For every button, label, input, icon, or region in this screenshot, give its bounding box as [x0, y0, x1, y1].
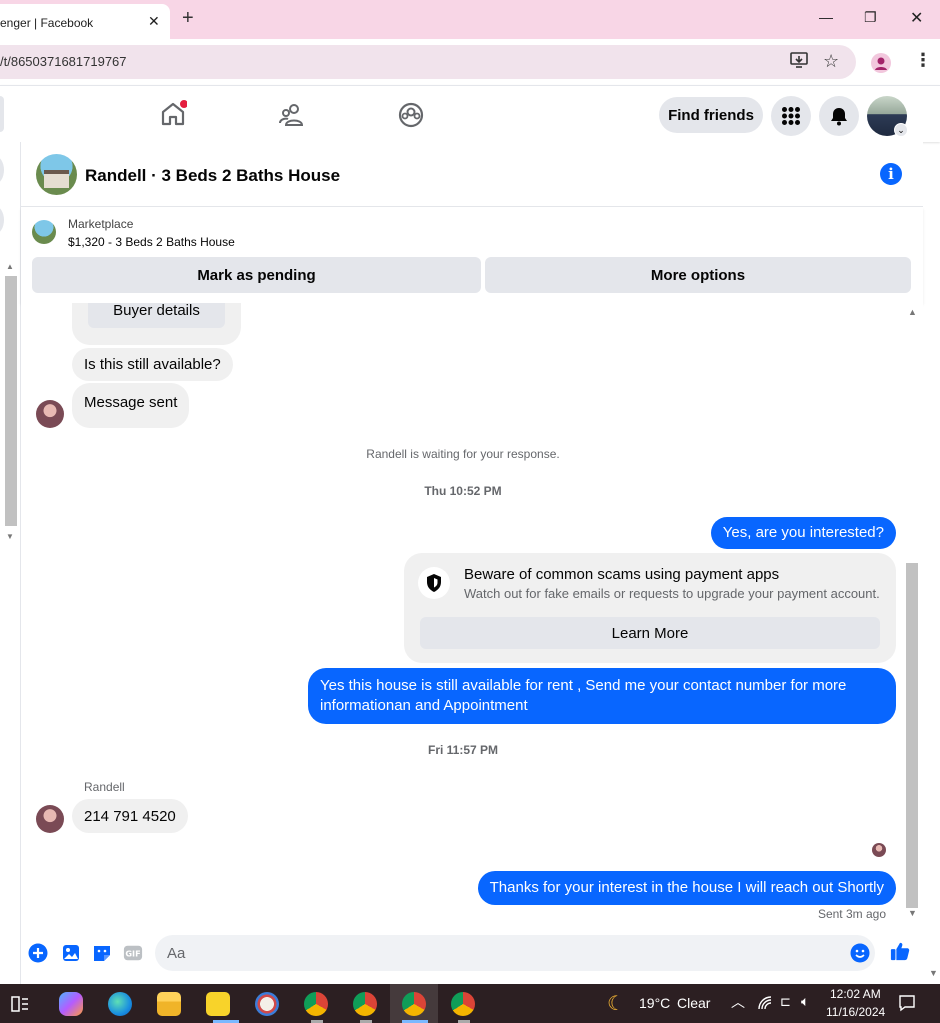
info-icon[interactable]: i — [880, 163, 902, 185]
friends-icon[interactable] — [278, 101, 306, 134]
address-bar[interactable]: /t/8650371681719767 — [0, 45, 856, 79]
sender-name: Randell — [84, 780, 125, 794]
incoming-message[interactable]: Is this still available? — [72, 348, 233, 381]
listing-avatar[interactable] — [36, 154, 77, 195]
sidebar-item-edge[interactable] — [0, 206, 4, 234]
sidebar-item-edge[interactable] — [0, 156, 4, 184]
message-thread: Buyer details Is this still available? M… — [21, 303, 923, 923]
chat-title[interactable]: Randell · 3 Beds 2 Baths House — [85, 166, 340, 186]
copilot-icon[interactable] — [59, 992, 83, 1016]
message-composer: GIF — [21, 923, 923, 984]
timestamp: Fri 11:57 PM — [427, 743, 499, 757]
edge-browser-icon[interactable] — [108, 992, 132, 1016]
plus-icon[interactable] — [28, 943, 48, 963]
clock-date[interactable]: 11/16/2024 — [826, 1005, 885, 1019]
search-pill-edge — [0, 96, 4, 132]
speaker-icon[interactable]: 🔈︎ — [801, 993, 809, 1010]
mark-as-pending-button[interactable]: Mark as pending — [32, 257, 481, 293]
gif-icon[interactable]: GIF — [123, 943, 143, 963]
temperature[interactable]: 19°C — [639, 995, 670, 1011]
install-app-icon[interactable] — [790, 52, 808, 72]
scroll-up-arrow-icon[interactable]: ▲ — [908, 307, 917, 317]
outgoing-message[interactable]: Thanks for your interest in the house I … — [477, 871, 896, 905]
browser-toolbar: /t/8650371681719767 ☆ ⋮ — [0, 39, 940, 85]
buyer-details-card: Buyer details — [72, 303, 241, 345]
marketplace-listing-bar: Marketplace $1,320 - 3 Beds 2 Baths Hous… — [21, 207, 923, 303]
shield-icon — [418, 567, 450, 599]
randell-avatar[interactable] — [36, 805, 64, 833]
scam-warning-title: Beware of common scams using payment app… — [464, 566, 780, 583]
waiting-notice: Randell is waiting for your response. — [366, 447, 560, 461]
outgoing-message[interactable]: Yes this house is still available for re… — [308, 668, 896, 724]
emoji-icon[interactable] — [850, 943, 870, 963]
notification-center-icon[interactable] — [898, 994, 916, 1017]
buyer-details-button[interactable]: Buyer details — [88, 303, 225, 328]
randell-avatar[interactable] — [36, 400, 64, 428]
notifications-bell-icon[interactable] — [819, 96, 859, 136]
more-options-button[interactable]: More options — [485, 257, 911, 293]
os-taskbar: ☾ 19°C Clear ︿ ⊏ 🔈︎ 12:02 AM 11/16/2024 — [0, 984, 940, 1023]
scroll-down-arrow-icon[interactable]: ▼ — [908, 908, 917, 918]
profile-icon[interactable] — [871, 53, 891, 73]
weather-condition[interactable]: Clear — [677, 995, 710, 1011]
timestamp: Thu 10:52 PM — [424, 484, 502, 498]
message-input[interactable] — [155, 935, 875, 971]
thread-scrollbar-thumb[interactable] — [906, 563, 918, 908]
svg-text:GIF: GIF — [125, 949, 140, 959]
tab-title: enger | Facebook — [0, 16, 94, 30]
battery-icon[interactable]: ⊏ — [780, 994, 791, 1010]
chevron-up-icon[interactable]: ︿ — [731, 992, 745, 1012]
chrome-profile-icon[interactable] — [451, 992, 475, 1016]
bookmark-star-icon[interactable]: ☆ — [823, 51, 839, 72]
clock-time[interactable]: 12:02 AM — [830, 987, 881, 1001]
close-window-icon[interactable]: ✕ — [910, 8, 923, 28]
network-icon[interactable] — [757, 995, 773, 1016]
like-thumb-icon[interactable] — [890, 941, 910, 961]
chrome-profile-icon[interactable] — [353, 992, 377, 1016]
listing-thumbnail[interactable] — [32, 220, 56, 244]
facebook-header: Find friends ⌄ — [0, 85, 940, 142]
sticky-notes-icon[interactable] — [206, 992, 230, 1016]
chrome-profile-icon[interactable] — [304, 992, 328, 1016]
browser-menu-icon[interactable]: ⋮ — [914, 50, 932, 71]
page-scroll-down-icon[interactable]: ▼ — [929, 968, 938, 978]
url-text: /t/8650371681719767 — [0, 54, 127, 69]
learn-more-button[interactable]: Learn More — [420, 617, 880, 649]
scroll-down-arrow-icon[interactable]: ▼ — [6, 532, 14, 541]
chrome-profile-icon[interactable] — [402, 992, 426, 1016]
minimize-icon[interactable]: — — [819, 9, 833, 25]
chat-header: Randell · 3 Beds 2 Baths House i — [21, 142, 923, 207]
file-explorer-icon[interactable] — [157, 992, 181, 1016]
paint-icon[interactable] — [255, 992, 279, 1016]
left-sidebar-edge: ▲ ▼ — [0, 142, 21, 984]
sent-status: Sent 3m ago — [817, 907, 886, 921]
incoming-message[interactable]: Message sent — [72, 383, 190, 428]
chevron-down-icon[interactable]: ⌄ — [894, 123, 908, 137]
task-view-icon[interactable] — [11, 995, 29, 1018]
moon-weather-icon[interactable]: ☾ — [607, 991, 625, 1016]
find-friends-button[interactable]: Find friends — [659, 97, 763, 133]
browser-tab[interactable]: enger | Facebook ✕ — [0, 4, 170, 39]
menu-grid-icon[interactable] — [771, 96, 811, 136]
sticker-icon[interactable] — [92, 943, 112, 963]
groups-icon[interactable] — [397, 101, 425, 134]
left-scrollbar-thumb[interactable] — [5, 276, 17, 526]
seen-avatar — [872, 843, 886, 857]
scroll-up-arrow-icon[interactable]: ▲ — [6, 262, 14, 271]
outgoing-message[interactable]: Yes, are you interested? — [710, 517, 896, 549]
incoming-message[interactable]: 214 791 4520 — [72, 799, 188, 833]
restore-icon[interactable]: ❐ — [864, 9, 877, 26]
scam-warning-subtitle: Watch out for fake emails or requests to… — [464, 586, 880, 601]
close-tab-icon[interactable]: ✕ — [148, 13, 160, 30]
new-tab-icon[interactable]: + — [182, 7, 194, 30]
marketplace-label: Marketplace — [68, 217, 134, 231]
listing-price-title[interactable]: $1,320 - 3 Beds 2 Baths House — [68, 235, 235, 249]
browser-tab-strip: enger | Facebook ✕ + — ❐ ✕ — [0, 0, 940, 39]
home-icon[interactable] — [159, 100, 188, 133]
scam-warning-card: Beware of common scams using payment app… — [404, 553, 896, 663]
photo-icon[interactable] — [61, 943, 81, 963]
